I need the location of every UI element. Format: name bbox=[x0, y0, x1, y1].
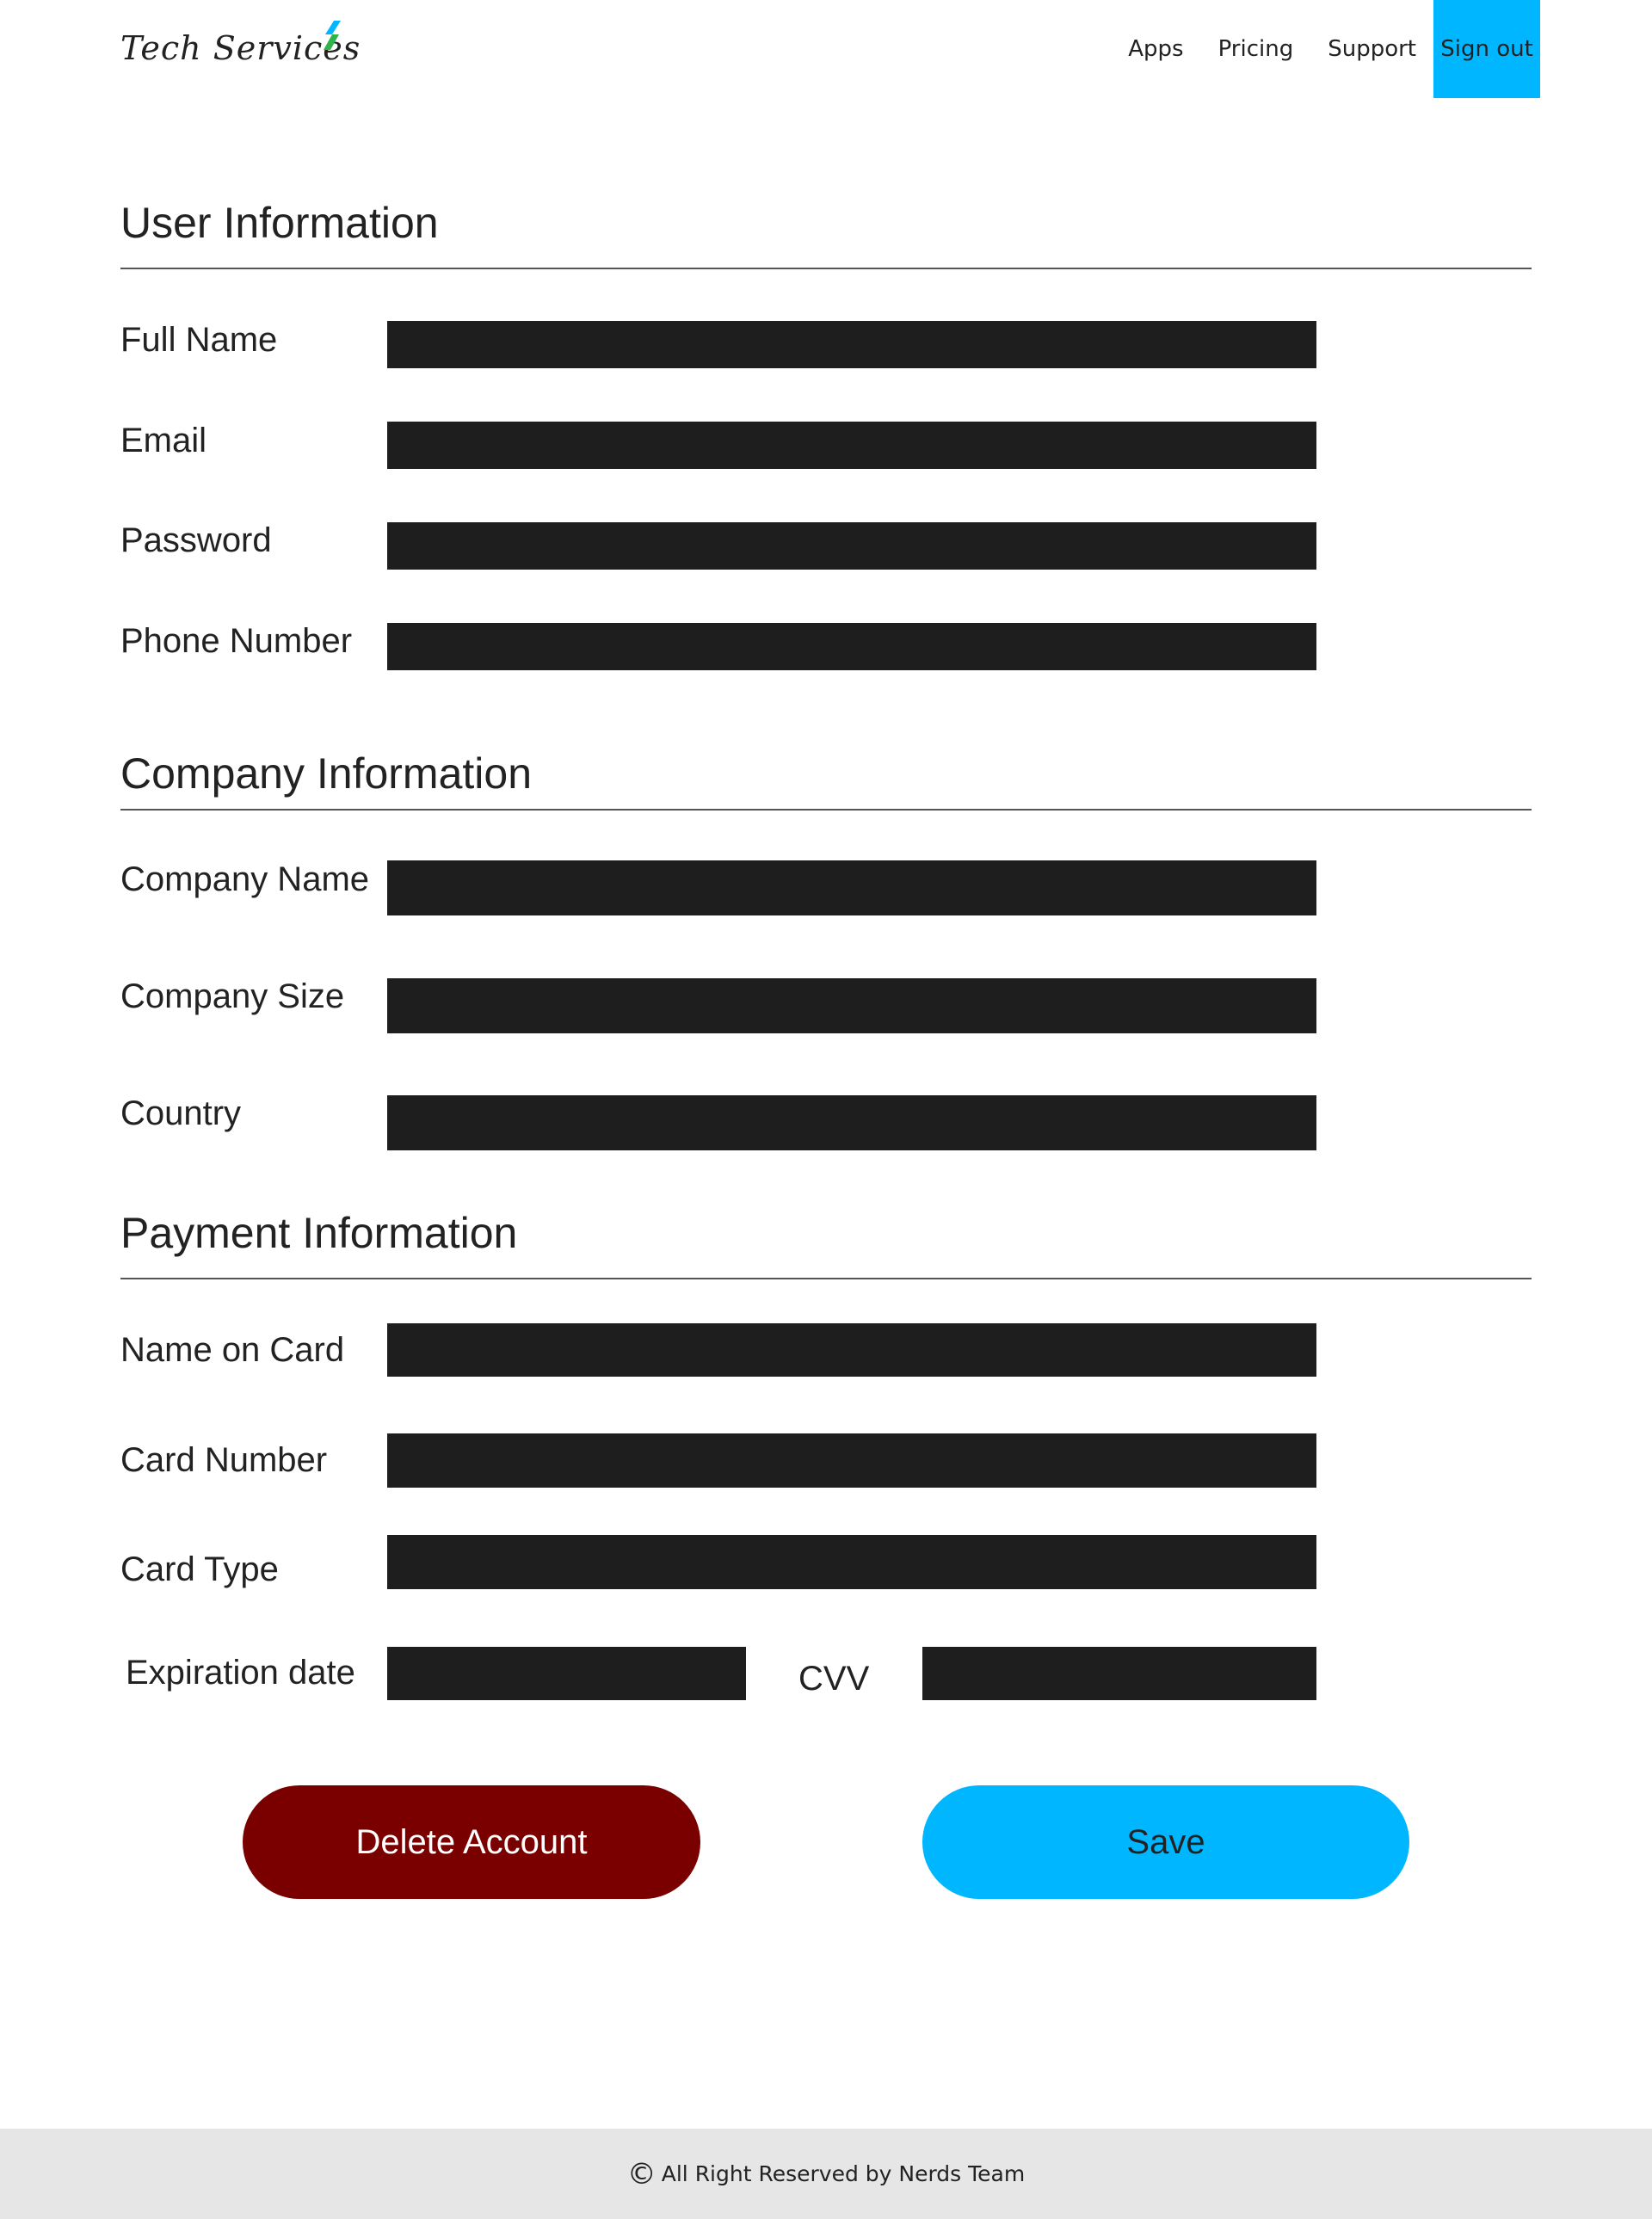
nav-pricing[interactable]: Pricing bbox=[1218, 36, 1294, 62]
email-label: Email bbox=[120, 422, 207, 459]
leaf-logo-icon bbox=[324, 21, 341, 50]
email-input[interactable] bbox=[387, 422, 1316, 469]
card-number-input[interactable] bbox=[387, 1433, 1316, 1488]
sign-out-button[interactable]: Sign out bbox=[1433, 0, 1540, 98]
user-info-title: User Information bbox=[120, 199, 439, 247]
card-type-input[interactable] bbox=[387, 1535, 1316, 1589]
expiration-date-label: Expiration date bbox=[126, 1654, 355, 1692]
delete-account-button[interactable]: Delete Account bbox=[243, 1785, 700, 1899]
full-name-label: Full Name bbox=[120, 321, 278, 359]
nav-apps[interactable]: Apps bbox=[1128, 36, 1183, 62]
company-size-label: Company Size bbox=[120, 977, 345, 1015]
copyright-icon: © bbox=[626, 2156, 656, 2191]
phone-number-input[interactable] bbox=[387, 623, 1316, 670]
name-on-card-input[interactable] bbox=[387, 1323, 1316, 1377]
footer: © All Right Reserved by Nerds Team bbox=[0, 2129, 1652, 2219]
cvv-label: CVV bbox=[798, 1660, 870, 1698]
password-label: Password bbox=[120, 521, 272, 559]
name-on-card-label: Name on Card bbox=[120, 1331, 345, 1369]
main-nav: Apps Pricing Support Sign out bbox=[1094, 0, 1540, 98]
company-info-title: Company Information bbox=[120, 749, 533, 798]
save-button[interactable]: Save bbox=[922, 1785, 1409, 1899]
company-name-input[interactable] bbox=[387, 860, 1316, 915]
country-label: Country bbox=[120, 1094, 242, 1132]
full-name-input[interactable] bbox=[387, 321, 1316, 368]
cvv-input[interactable] bbox=[922, 1647, 1316, 1700]
payment-info-divider bbox=[120, 1278, 1532, 1279]
phone-number-label: Phone Number bbox=[120, 622, 353, 660]
company-name-label: Company Name bbox=[120, 860, 370, 898]
expiration-date-input[interactable] bbox=[387, 1647, 746, 1700]
card-type-label: Card Type bbox=[120, 1550, 279, 1588]
company-info-divider bbox=[120, 809, 1532, 811]
password-input[interactable] bbox=[387, 522, 1316, 570]
nav-support[interactable]: Support bbox=[1328, 36, 1416, 62]
card-number-label: Card Number bbox=[120, 1441, 328, 1479]
payment-info-title: Payment Information bbox=[120, 1209, 518, 1257]
user-info-divider bbox=[120, 268, 1532, 269]
country-input[interactable] bbox=[387, 1095, 1316, 1150]
company-size-input[interactable] bbox=[387, 978, 1316, 1033]
footer-text: All Right Reserved by Nerds Team bbox=[661, 2161, 1026, 2186]
